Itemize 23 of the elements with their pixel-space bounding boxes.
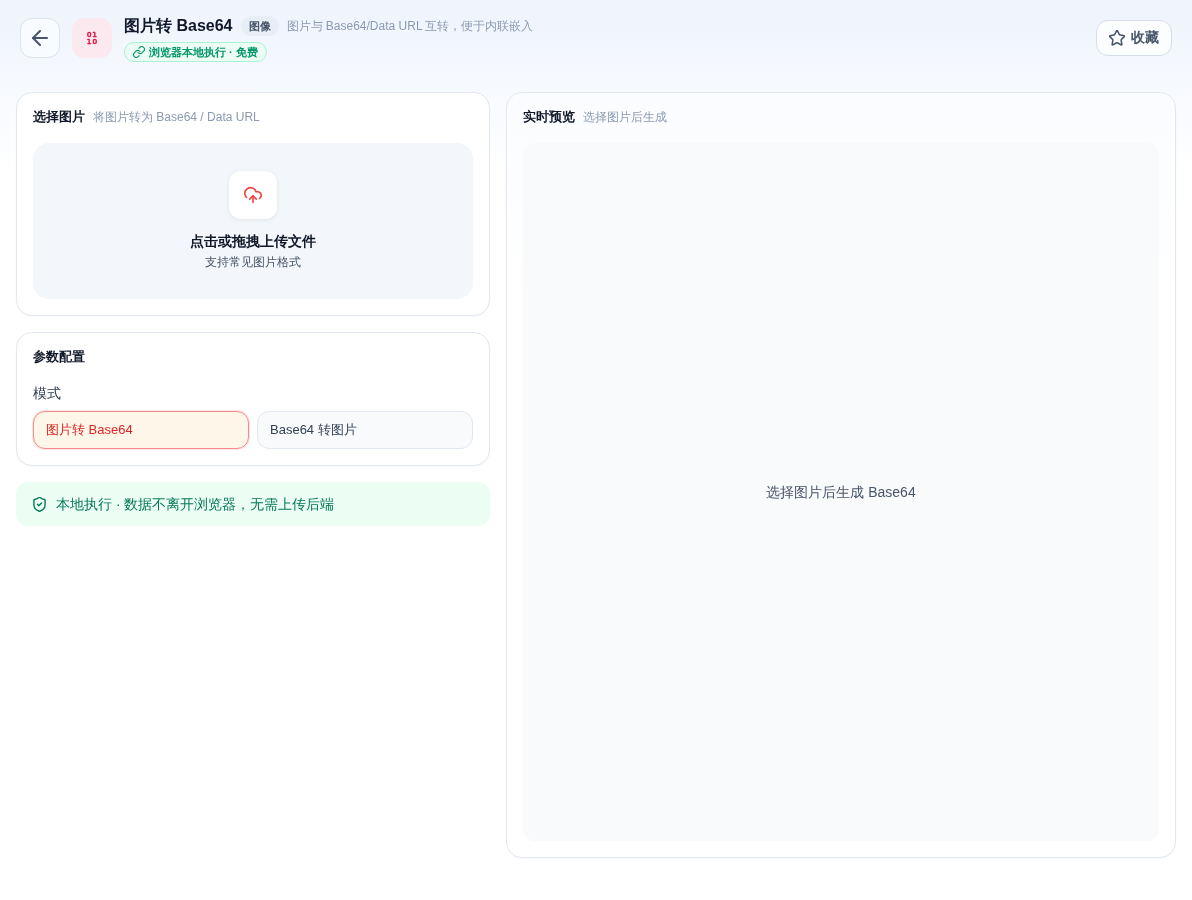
shield-check-icon — [32, 496, 47, 512]
page-title: 图片转 Base64 — [124, 16, 233, 36]
link-icon — [133, 46, 145, 58]
status-label: 浏览器本地执行 · 免费 — [149, 45, 258, 60]
field-label: 模式 — [33, 384, 62, 403]
section-title: 选择图片 — [33, 108, 85, 126]
preview-placeholder-text: 选择图片后生成 Base64 — [766, 483, 916, 502]
mode-option[interactable]: 图片转 Base64 — [33, 411, 249, 449]
binary-icon — [72, 18, 112, 58]
category-tag: 图像 — [240, 16, 279, 36]
favorite-button[interactable]: 收藏 — [1096, 20, 1172, 56]
upload-title: 点击或拖拽上传文件 — [190, 232, 316, 251]
notice-text: 本地执行 · 数据不离开浏览器，无需上传后端 — [56, 495, 335, 514]
upload-hint: 支持常见图片格式 — [205, 254, 301, 270]
section-title: 实时预览 — [523, 108, 575, 126]
section-title: 参数配置 — [33, 348, 85, 366]
cloud-upload-icon — [229, 171, 277, 219]
section-subtitle: 将图片转为 Base64 / Data URL — [93, 109, 260, 126]
back-button[interactable] — [20, 18, 60, 58]
upload-dropzone[interactable]: 点击或拖拽上传文件 支持常见图片格式 — [33, 143, 473, 299]
section-subtitle: 选择图片后生成 — [583, 109, 667, 126]
mode-option[interactable]: Base64 转图片 — [257, 411, 473, 449]
page-description: 图片与 Base64/Data URL 互转，便于内联嵌入 — [286, 18, 534, 35]
